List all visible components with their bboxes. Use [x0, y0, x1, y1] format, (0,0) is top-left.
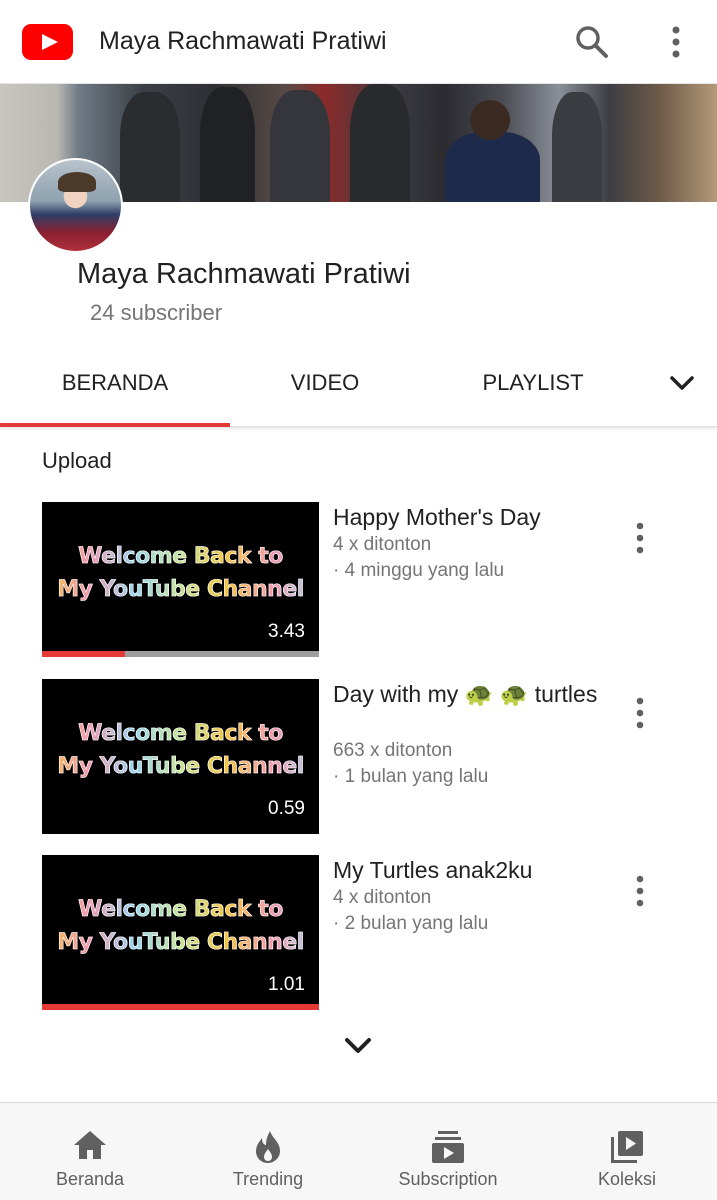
- home-icon: [74, 1131, 106, 1159]
- nav-label: Beranda: [55, 1169, 125, 1189]
- video-menu-button[interactable]: [626, 518, 654, 558]
- video-title[interactable]: Happy Mother's Day: [333, 503, 613, 532]
- more-options-button[interactable]: [660, 22, 692, 62]
- chevron-down-icon: [670, 376, 694, 390]
- watch-progress-bar: [42, 651, 319, 657]
- selected-tab-indicator: [0, 423, 230, 427]
- video-item[interactable]: Welcome Back to My YouTube Channel 1.01 …: [0, 855, 717, 1015]
- video-duration: 3.43: [262, 619, 311, 645]
- video-item[interactable]: Welcome Back to My YouTube Channel 3.43 …: [0, 502, 717, 662]
- video-item[interactable]: Welcome Back to My YouTube Channel 0.59 …: [0, 679, 717, 839]
- tab-beranda[interactable]: BERANDA: [0, 345, 230, 427]
- thumbnail-text-line1: Welcome Back to: [42, 897, 319, 923]
- video-age: · 1 bulan yang lalu: [333, 766, 489, 787]
- channel-avatar[interactable]: [28, 158, 123, 253]
- watch-progress-bar: [42, 1004, 319, 1010]
- nav-item-trending[interactable]: Trending: [208, 1103, 328, 1200]
- video-views: 4 x ditonton: [333, 887, 432, 908]
- search-button[interactable]: [572, 22, 612, 62]
- thumbnail-text-line2: My YouTube Channel: [42, 577, 319, 603]
- video-title[interactable]: My Turtles anak2ku: [333, 856, 613, 885]
- watch-progress-fill: [42, 1004, 319, 1010]
- more-vert-icon: [636, 697, 644, 729]
- video-menu-button[interactable]: [626, 871, 654, 911]
- app-bar-title: Maya Rachmawati Pratiwi: [99, 27, 387, 55]
- thumbnail-text-line2: My YouTube Channel: [42, 754, 319, 780]
- tab-playlist[interactable]: PLAYLIST: [420, 345, 646, 427]
- section-title-upload: Upload: [42, 448, 112, 473]
- youtube-logo-icon[interactable]: [22, 24, 73, 60]
- show-more-button[interactable]: [338, 1026, 378, 1066]
- nav-label: Trending: [232, 1169, 304, 1189]
- thumbnail-text-line1: Welcome Back to: [42, 721, 319, 747]
- video-thumbnail[interactable]: Welcome Back to My YouTube Channel 3.43: [42, 502, 319, 657]
- app-bar: Maya Rachmawati Pratiwi: [0, 0, 717, 84]
- more-vert-icon: [636, 522, 644, 554]
- channel-tabs: BERANDA VIDEO PLAYLIST: [0, 345, 717, 427]
- search-icon: [576, 26, 608, 58]
- subscriber-count: 24 subscriber: [90, 300, 223, 325]
- nav-label: Subscription: [398, 1169, 498, 1189]
- nav-item-koleksi[interactable]: Koleksi: [567, 1103, 687, 1200]
- channel-name: Maya Rachmawati Pratiwi: [77, 258, 411, 290]
- thumbnail-text-line2: My YouTube Channel: [42, 930, 319, 956]
- video-thumbnail[interactable]: Welcome Back to My YouTube Channel 1.01: [42, 855, 319, 1010]
- watch-progress-fill: [42, 651, 126, 657]
- video-thumbnail[interactable]: Welcome Back to My YouTube Channel 0.59: [42, 679, 319, 834]
- video-age: · 2 bulan yang lalu: [333, 913, 489, 934]
- bottom-navigation: Beranda Trending Subscription Koleksi: [0, 1102, 717, 1200]
- video-title[interactable]: Day with my 🐢 🐢 turtles: [333, 680, 613, 709]
- video-menu-button[interactable]: [626, 693, 654, 733]
- video-duration: 1.01: [262, 972, 311, 998]
- video-duration: 0.59: [262, 796, 311, 822]
- video-views: 663 x ditonton: [333, 740, 453, 761]
- thumbnail-text-line1: Welcome Back to: [42, 544, 319, 570]
- video-views: 4 x ditonton: [333, 534, 432, 555]
- nav-item-subscription[interactable]: Subscription: [383, 1103, 513, 1200]
- tabs-expand-button[interactable]: [664, 365, 700, 401]
- more-vert-icon: [672, 26, 680, 58]
- nav-label: Koleksi: [597, 1169, 657, 1189]
- chevron-down-icon: [345, 1038, 371, 1053]
- trending-flame-icon: [256, 1131, 280, 1163]
- nav-item-beranda[interactable]: Beranda: [30, 1103, 150, 1200]
- video-age: · 4 minggu yang lalu: [333, 560, 505, 581]
- subscriptions-icon: [432, 1131, 464, 1163]
- library-icon: [611, 1131, 643, 1163]
- more-vert-icon: [636, 875, 644, 907]
- tab-video[interactable]: VIDEO: [230, 345, 420, 427]
